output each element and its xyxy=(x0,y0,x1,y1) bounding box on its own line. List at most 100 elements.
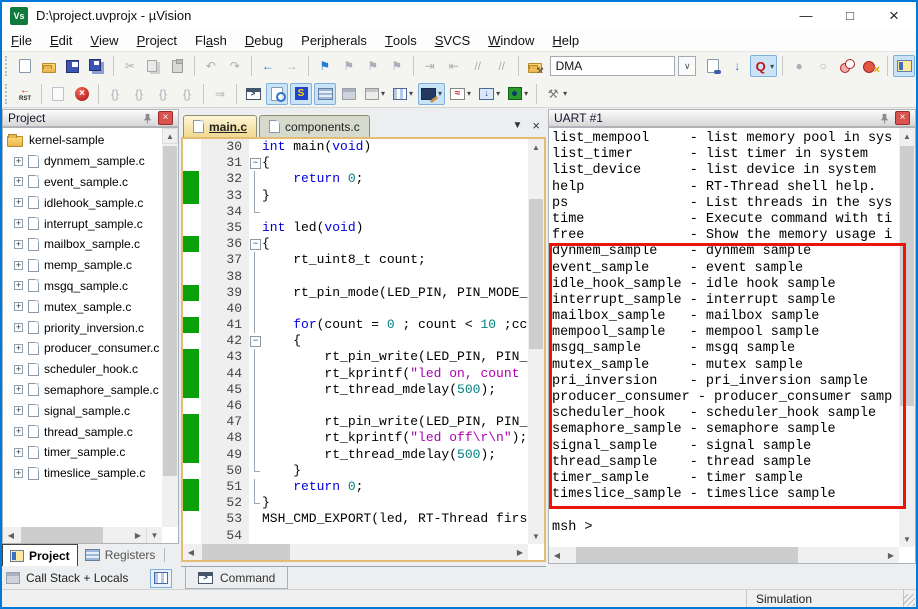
expand-icon[interactable]: + xyxy=(14,302,23,312)
paste-button[interactable] xyxy=(167,55,189,77)
menu-help[interactable]: Help xyxy=(543,29,588,51)
comment-button[interactable]: // xyxy=(467,55,489,77)
cut-button[interactable]: ✂ xyxy=(119,55,141,77)
dropdown-arrow-icon[interactable]: ▾ xyxy=(438,89,442,98)
menu-window[interactable]: Window xyxy=(479,29,543,51)
editor-vscrollbar[interactable]: ▲ ▼ xyxy=(528,139,544,544)
menu-tools[interactable]: Tools xyxy=(376,29,426,51)
menu-view[interactable]: View xyxy=(81,29,127,51)
scroll-right-icon[interactable]: ▶ xyxy=(130,527,146,543)
project-panel-close-icon[interactable]: × xyxy=(158,111,173,125)
expand-icon[interactable]: + xyxy=(14,239,23,249)
debug-tools-button[interactable]: ⚒ ▾ xyxy=(542,83,570,105)
expand-icon[interactable]: + xyxy=(14,323,23,333)
uncomment-button[interactable]: // xyxy=(491,55,513,77)
redo-button[interactable]: ↷ xyxy=(224,55,246,77)
serial-window-button[interactable]: ▾ xyxy=(418,82,446,105)
tree-item[interactable]: + timer_sample.c xyxy=(3,442,162,463)
reset-cpu-button[interactable]: RST xyxy=(14,83,36,105)
tree-item[interactable]: + msgq_sample.c xyxy=(3,276,162,297)
select-target[interactable]: DMA xyxy=(549,56,676,76)
next-bookmark-button[interactable]: ⚑ xyxy=(362,55,384,77)
scroll-up-icon[interactable]: ▲ xyxy=(162,128,178,144)
menu-flash[interactable]: Fl a sh xyxy=(186,29,236,51)
tree-item[interactable]: + memp_sample.c xyxy=(3,255,162,276)
uart-hscrollbar[interactable]: ◀ ▶ xyxy=(549,547,899,563)
menu-peripherals[interactable]: Per i pherals xyxy=(292,29,376,51)
project-tree-hscrollbar[interactable]: ◀ ▶ ▼ xyxy=(3,527,162,543)
resize-grip[interactable] xyxy=(903,594,915,606)
tab-callstack-locals[interactable]: Call Stack + Locals xyxy=(26,571,128,585)
disassembly-window-button[interactable] xyxy=(266,82,288,105)
step-button[interactable]: {} xyxy=(104,83,126,105)
toggle-bookmark-button[interactable]: ⚑ xyxy=(314,55,336,77)
dropdown-arrow-icon[interactable]: ▾ xyxy=(563,89,567,98)
tab-command[interactable]: > Command xyxy=(185,567,289,589)
expand-icon[interactable]: + xyxy=(14,343,23,353)
expand-icon[interactable]: + xyxy=(14,219,23,229)
enable-disable-breakpoint-button[interactable]: ○ xyxy=(812,55,834,77)
tree-item[interactable]: + mutex_sample.c xyxy=(3,296,162,317)
tree-item[interactable]: + event_sample.c xyxy=(3,172,162,193)
scroll-up-icon[interactable]: ▲ xyxy=(528,139,544,155)
expand-icon[interactable]: + xyxy=(14,260,23,270)
save-all-button[interactable] xyxy=(86,55,108,77)
dropdown-arrow-icon[interactable]: ▾ xyxy=(409,89,413,98)
menu-project[interactable]: Project xyxy=(128,29,186,51)
show-next-statement-button[interactable] xyxy=(47,83,69,105)
options-for-target-button[interactable] xyxy=(524,55,546,77)
expand-icon[interactable]: + xyxy=(14,198,23,208)
step-out-button[interactable]: {} xyxy=(152,83,174,105)
fold-gutter[interactable] xyxy=(249,236,262,252)
expand-icon[interactable]: + xyxy=(14,281,23,291)
registers-window-button[interactable] xyxy=(314,82,336,105)
fold-gutter[interactable] xyxy=(249,155,262,171)
expand-icon[interactable]: + xyxy=(14,406,23,416)
scroll-down-icon[interactable]: ▼ xyxy=(146,527,162,543)
dropdown-arrow-icon[interactable]: ▾ xyxy=(524,89,528,98)
tree-item[interactable]: + interrupt_sample.c xyxy=(3,213,162,234)
copy-button[interactable] xyxy=(143,55,165,77)
navigate-forward-button[interactable]: → xyxy=(281,55,303,77)
maximize-button[interactable]: □ xyxy=(828,2,872,29)
tab-list-icon[interactable]: ▼ xyxy=(513,120,523,131)
tab-memory-window[interactable] xyxy=(150,568,172,588)
system-viewer-button[interactable]: ▾ xyxy=(505,83,531,105)
save-file-button[interactable] xyxy=(62,55,84,77)
tree-item[interactable]: + signal_sample.c xyxy=(3,400,162,421)
find-button[interactable]: ↓ xyxy=(726,55,748,77)
trace-window-button[interactable]: ↓ ▾ xyxy=(476,83,503,105)
insert-remove-breakpoint-button[interactable]: ● xyxy=(788,55,810,77)
scroll-left-icon[interactable]: ◀ xyxy=(3,527,19,543)
tree-item[interactable]: + scheduler_hook.c xyxy=(3,359,162,380)
select-target-dropdown[interactable]: ∨ xyxy=(678,56,697,76)
scroll-up-icon[interactable]: ▲ xyxy=(899,128,915,144)
callstack-window-button[interactable] xyxy=(338,83,360,105)
expand-icon[interactable]: + xyxy=(14,364,23,374)
outdent-button[interactable]: ⇤ xyxy=(443,55,465,77)
expand-icon[interactable]: + xyxy=(14,385,23,395)
close-file-icon[interactable]: × xyxy=(532,118,540,133)
tree-item[interactable]: + timeslice_sample.c xyxy=(3,463,162,484)
indent-button[interactable]: ⇥ xyxy=(419,55,441,77)
tree-item[interactable]: + priority_inversion.c xyxy=(3,317,162,338)
tab-components-c[interactable]: components.c xyxy=(259,115,370,137)
disable-all-breakpoints-button[interactable] xyxy=(836,55,858,77)
stop-debug-button[interactable]: × xyxy=(71,83,93,105)
dropdown-arrow-icon[interactable]: ▾ xyxy=(381,89,385,98)
find-in-files-button[interactable] xyxy=(702,55,724,77)
dropdown-arrow-icon[interactable]: ▾ xyxy=(496,89,500,98)
scroll-left-icon[interactable]: ◀ xyxy=(549,547,565,563)
tree-item[interactable]: + producer_consumer.c xyxy=(3,338,162,359)
code-area[interactable]: 30int main(void)31{32 return 0;33}3435in… xyxy=(183,139,528,544)
editor-hscrollbar[interactable]: ◀ ▶ xyxy=(183,544,528,560)
scroll-down-icon[interactable]: ▼ xyxy=(528,528,544,544)
tree-item[interactable]: + semaphore_sample.c xyxy=(3,380,162,401)
tree-item[interactable]: + thread_sample.c xyxy=(3,421,162,442)
new-file-button[interactable] xyxy=(14,55,36,77)
scroll-right-icon[interactable]: ▶ xyxy=(883,547,899,563)
expand-icon[interactable]: + xyxy=(14,447,23,457)
pin-icon[interactable] xyxy=(877,113,891,124)
kill-all-breakpoints-button[interactable] xyxy=(860,55,882,77)
close-button[interactable]: × xyxy=(872,2,916,29)
